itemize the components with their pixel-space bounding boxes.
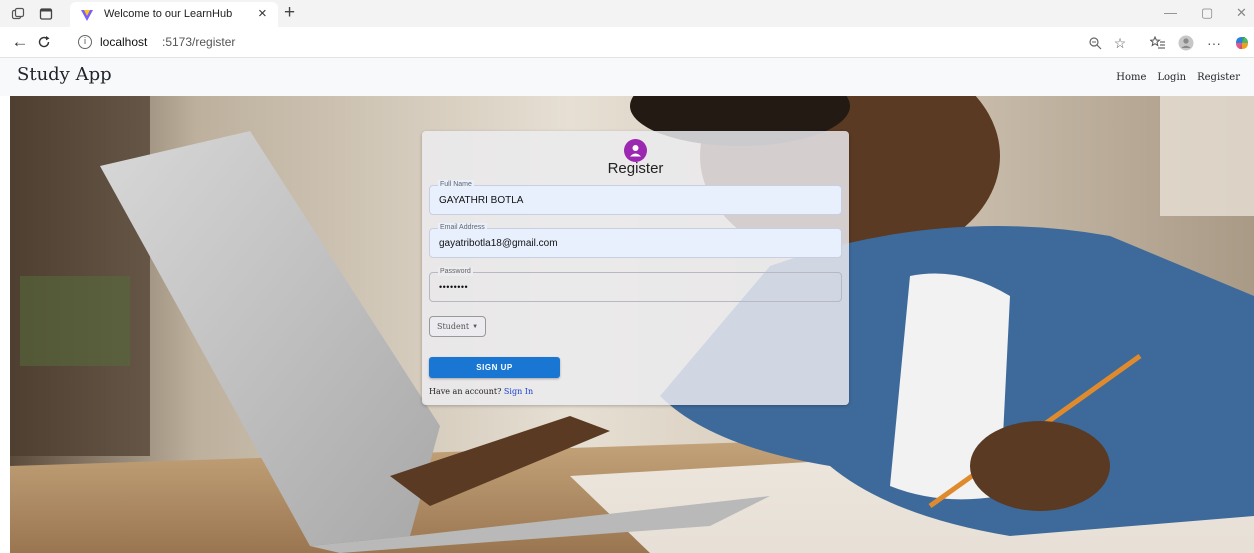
sign-up-button[interactable]: SIGN UP <box>429 357 560 378</box>
browser-tab-active[interactable]: Welcome to our LearnHub × <box>70 2 278 27</box>
site-info-icon[interactable]: i <box>78 35 92 49</box>
vite-favicon-icon <box>80 8 94 22</box>
new-tab-icon[interactable]: + <box>284 2 295 24</box>
tab-title: Welcome to our LearnHub <box>104 8 233 20</box>
tab-close-icon[interactable]: × <box>258 5 267 23</box>
role-selected-value: Student <box>436 322 470 331</box>
signin-prompt-text: Have an account? <box>429 387 502 396</box>
url-field[interactable]: i localhost :5173/register <box>78 34 1078 52</box>
back-arrow-icon[interactable]: ← <box>10 32 30 52</box>
workspaces-icon[interactable] <box>10 6 26 22</box>
nav-link-home[interactable]: Home <box>1116 72 1146 83</box>
refresh-icon[interactable] <box>34 32 54 52</box>
account-avatar-icon <box>624 139 647 162</box>
favorite-star-icon[interactable]: ☆ <box>1111 34 1129 52</box>
zoom-icon[interactable] <box>1086 34 1104 52</box>
window-restore-icon[interactable]: ▢ <box>1201 4 1213 22</box>
url-host: localhost <box>100 35 148 49</box>
nav-links: Home Login Register <box>1116 72 1240 83</box>
role-select[interactable]: Student ▼ <box>429 316 486 337</box>
url-path: :5173/register <box>162 35 236 49</box>
browser-tab-bar: Welcome to our LearnHub × + — ▢ ✕ <box>0 0 1254 27</box>
nav-link-register[interactable]: Register <box>1197 72 1240 83</box>
password-label: Password <box>438 267 473 276</box>
window-close-icon[interactable]: ✕ <box>1236 4 1247 22</box>
caret-down-icon: ▼ <box>472 323 479 330</box>
profile-avatar-icon[interactable] <box>1177 34 1195 52</box>
app-navbar: Study App Home Login Register <box>0 58 1254 96</box>
brand-logo[interactable]: Study App <box>17 64 112 85</box>
register-card: Register Full Name GAYATHRI BOTLA Email … <box>422 131 849 405</box>
email-label: Email Address <box>438 223 487 232</box>
browser-address-bar: ← i localhost :5173/register ☆ ··· <box>0 27 1254 58</box>
signin-prompt-row: Have an account? Sign In <box>429 387 533 396</box>
password-value: •••••••• <box>439 282 469 292</box>
full-name-value: GAYATHRI BOTLA <box>439 195 524 206</box>
register-title: Register <box>607 160 664 177</box>
email-field[interactable]: Email Address gayatribotla18@gmail.com <box>429 223 842 258</box>
full-name-field[interactable]: Full Name GAYATHRI BOTLA <box>429 180 842 215</box>
tab-actions-icon[interactable] <box>38 6 54 22</box>
nav-link-login[interactable]: Login <box>1157 72 1186 83</box>
email-value: gayatribotla18@gmail.com <box>439 238 558 249</box>
sign-in-link[interactable]: Sign In <box>504 387 533 396</box>
password-field[interactable]: Password •••••••• <box>429 267 842 302</box>
full-name-label: Full Name <box>438 180 474 189</box>
favorites-list-icon[interactable] <box>1149 34 1167 52</box>
more-options-icon[interactable]: ··· <box>1205 34 1223 52</box>
copilot-icon[interactable] <box>1233 34 1251 52</box>
window-minimize-icon[interactable]: — <box>1164 4 1177 22</box>
